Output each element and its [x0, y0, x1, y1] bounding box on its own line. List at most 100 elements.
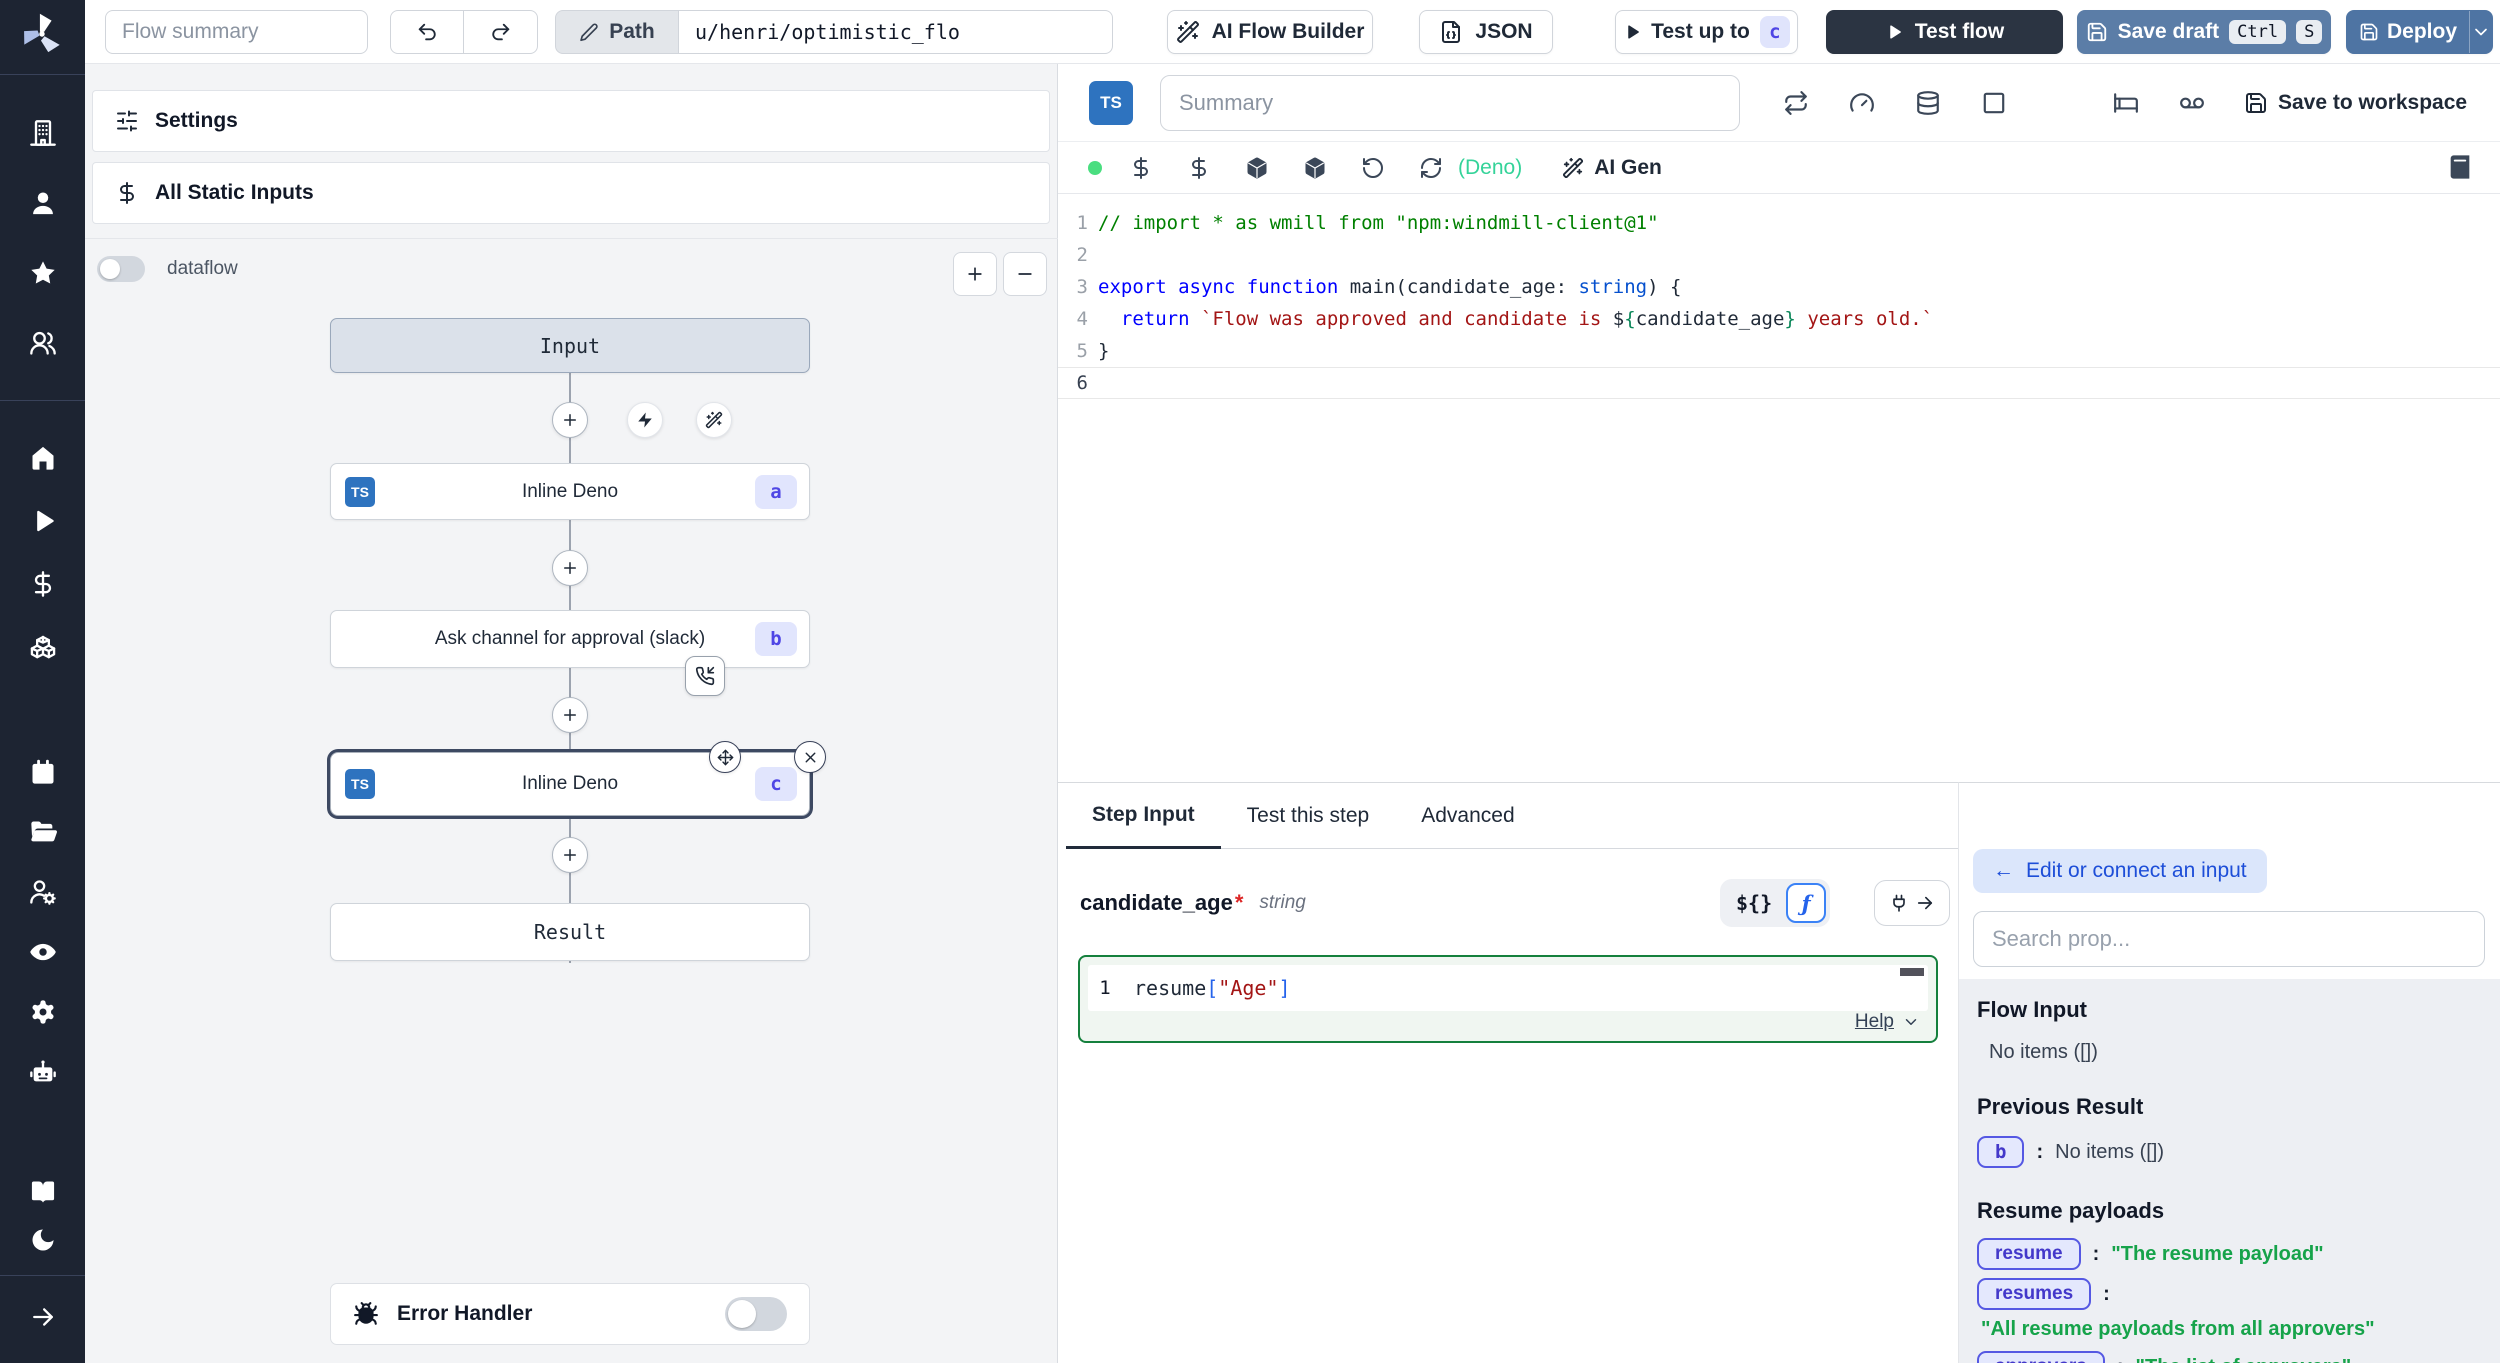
dark-mode-icon[interactable] — [21, 1218, 65, 1262]
early-stop-icon[interactable] — [1844, 85, 1880, 121]
ai-assistant-icon[interactable] — [21, 1050, 65, 1094]
step-advanced-actions — [1778, 85, 2210, 121]
edit-or-connect-label: Edit or connect an input — [2026, 859, 2247, 883]
code-line-2[interactable]: 2 — [1058, 239, 2500, 271]
json-button[interactable]: JSON — [1419, 10, 1553, 54]
ai-gen-button[interactable]: AI Gen — [1562, 156, 1662, 180]
flow-input-title: Flow Input — [1977, 997, 2500, 1023]
flow-node-a[interactable]: TS Inline Deno a — [330, 463, 810, 520]
path-input[interactable] — [679, 10, 1113, 54]
add-step-button[interactable] — [552, 837, 588, 873]
code-editor-area[interactable]: 1// import * as wmill from "npm:windmill… — [1058, 194, 2500, 782]
flow-summary-input[interactable] — [105, 10, 368, 54]
code-line-3[interactable]: 3export async function main(candidate_ag… — [1058, 271, 2500, 303]
flow-settings-button[interactable]: Settings — [92, 90, 1050, 152]
all-static-inputs-button[interactable]: All Static Inputs — [92, 162, 1050, 224]
save-draft-label: Save draft — [2118, 20, 2220, 44]
add-resource-icon[interactable] — [1184, 153, 1214, 183]
expression-editor-line[interactable]: 1 resume["Age"] — [1088, 965, 1928, 1011]
retries-icon[interactable] — [1778, 85, 1814, 121]
dollar-icon — [115, 181, 139, 205]
cache-icon[interactable] — [1910, 85, 1946, 121]
zoom-out-button[interactable] — [1003, 252, 1047, 296]
result-node-label: Result — [534, 920, 606, 944]
sleep-icon[interactable] — [2108, 85, 2144, 121]
workspace-icon[interactable] — [21, 111, 65, 155]
save-to-workspace-button[interactable]: Save to workspace — [2244, 81, 2467, 125]
template-mode-toggle[interactable]: ${} — [1724, 891, 1784, 915]
add-step-button[interactable] — [552, 697, 588, 733]
variables-icon[interactable] — [21, 562, 65, 606]
concurrency-icon[interactable] — [2174, 85, 2210, 121]
delete-node-button[interactable] — [794, 741, 826, 773]
deploy-button[interactable]: Deploy — [2346, 10, 2493, 54]
save-draft-button[interactable]: Save draft Ctrl S — [2077, 10, 2331, 54]
flow-node-input[interactable]: Input — [330, 318, 810, 373]
step-summary-input[interactable] — [1160, 75, 1740, 131]
error-handler-card[interactable]: Error Handler — [330, 1283, 810, 1345]
undo-button[interactable] — [391, 11, 464, 53]
zoom-in-button[interactable] — [953, 252, 997, 296]
help-link[interactable]: Help — [1855, 1011, 1920, 1033]
dependencies-icon[interactable] — [1300, 153, 1330, 183]
flow-node-result[interactable]: Result — [330, 903, 810, 961]
reload-icon[interactable] — [1416, 153, 1446, 183]
audit-logs-icon[interactable] — [21, 930, 65, 974]
suspend-approval-icon[interactable] — [2042, 85, 2078, 121]
edit-or-connect-button[interactable]: ← Edit or connect an input — [1973, 849, 2267, 893]
add-step-button[interactable] — [552, 550, 588, 586]
deploy-menu-button[interactable] — [2469, 11, 2492, 53]
code-line-5[interactable]: 5} — [1058, 335, 2500, 367]
dataflow-toggle[interactable] — [97, 256, 145, 282]
workers-icon[interactable] — [21, 870, 65, 914]
runs-icon[interactable] — [21, 499, 65, 543]
schedules-icon[interactable] — [21, 750, 65, 794]
library-icon[interactable] — [2446, 153, 2476, 183]
error-handler-toggle[interactable] — [725, 1297, 787, 1331]
folders-icon[interactable] — [21, 810, 65, 854]
suspend-approval-indicator[interactable] — [685, 656, 725, 696]
move-node-button[interactable] — [709, 741, 741, 773]
redo-button[interactable] — [464, 11, 537, 53]
expression-editor[interactable]: 1 resume["Age"] Help — [1078, 955, 1938, 1043]
tab-advanced[interactable]: Advanced — [1395, 783, 1540, 849]
user-icon[interactable] — [21, 181, 65, 225]
settings-icon[interactable] — [21, 990, 65, 1034]
favorites-icon[interactable] — [21, 251, 65, 295]
runtime-label[interactable]: (Deno) — [1458, 156, 1522, 180]
docs-icon[interactable] — [21, 1170, 65, 1214]
prop-approvers-badge[interactable]: approvers — [1977, 1351, 2105, 1363]
add-trigger-button[interactable] — [627, 402, 663, 438]
path-button[interactable]: Path — [555, 10, 679, 54]
javascript-mode-toggle[interactable]: ƒ — [1786, 883, 1826, 923]
test-flow-button[interactable]: Test flow — [1826, 10, 2063, 54]
groups-icon[interactable] — [21, 321, 65, 365]
home-icon[interactable] — [21, 436, 65, 480]
search-prop-input[interactable] — [1973, 911, 2485, 967]
prop-resume-badge[interactable]: resume — [1977, 1238, 2081, 1270]
expand-sidebar-icon[interactable] — [21, 1295, 65, 1339]
add-variable-icon[interactable] — [1126, 153, 1156, 183]
explore-packages-icon[interactable] — [1242, 153, 1272, 183]
code-line-6[interactable]: 6 — [1058, 367, 2500, 399]
editor-header: TS Save to workspace — [1058, 64, 2500, 142]
test-up-to-button[interactable]: Test up to c — [1615, 10, 1798, 54]
sidebar-section-tools — [0, 750, 85, 1094]
flow-node-b[interactable]: Ask channel for approval (slack) b — [330, 610, 810, 668]
previous-result-badge[interactable]: b — [1977, 1136, 2024, 1168]
windmill-logo[interactable] — [17, 9, 67, 59]
add-step-button[interactable] — [552, 402, 588, 438]
mock-icon[interactable] — [1976, 85, 2012, 121]
code-line-1[interactable]: 1// import * as wmill from "npm:windmill… — [1058, 207, 2500, 239]
resources-icon[interactable] — [21, 625, 65, 669]
code-line-4[interactable]: 4 return `Flow was approved and candidat… — [1058, 303, 2500, 335]
ai-add-step-button[interactable] — [696, 402, 732, 438]
ai-flow-builder-button[interactable]: AI Flow Builder — [1167, 10, 1373, 54]
connect-input-button[interactable] — [1874, 880, 1950, 926]
tab-test-this-step[interactable]: Test this step — [1221, 783, 1396, 849]
prop-resumes-badge[interactable]: resumes — [1977, 1278, 2091, 1310]
history-icon[interactable] — [1358, 153, 1388, 183]
tab-step-input[interactable]: Step Input — [1066, 783, 1221, 849]
path-label: Path — [609, 20, 655, 44]
sidebar-divider — [0, 400, 85, 401]
